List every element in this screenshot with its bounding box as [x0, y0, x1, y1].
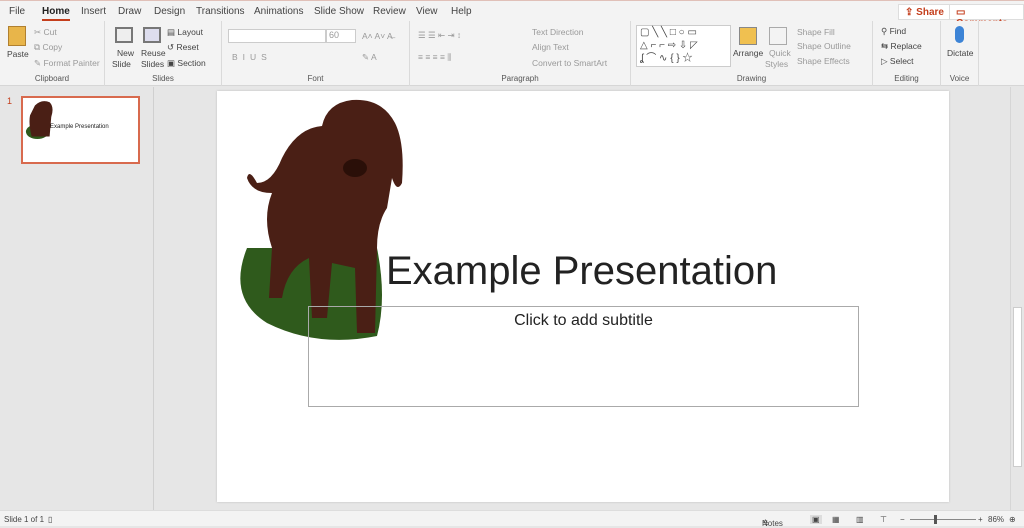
share-button[interactable]: ⇪ Share	[898, 4, 951, 20]
align-text-button[interactable]: Align Text	[532, 42, 569, 52]
group-label: Drawing	[736, 74, 767, 83]
editing-group: ⚲ Find ⇆ Replace ▷ Select Editing	[873, 21, 941, 86]
quick-styles-icon	[769, 27, 787, 45]
reuse-slides-label: Slides	[141, 59, 165, 69]
font-format-buttons[interactable]: BIUS	[232, 52, 272, 62]
cut-button[interactable]: ✂ Cut	[34, 27, 57, 38]
drawing-group: ▢ ╲ ╲ □ ○ ▭ △ ⌐ ⌐ ⇨ ⇩ ◸ ʆ ⌒ ∿ { } ☆ Arrang…	[631, 21, 873, 86]
group-label: Clipboard	[34, 74, 70, 83]
slide-thumbnail[interactable]: Example Presentation	[21, 96, 140, 164]
shape-outline-button[interactable]: Shape Outline	[797, 41, 851, 51]
shapes-gallery[interactable]: ▢ ╲ ╲ □ ○ ▭ △ ⌐ ⌐ ⇨ ⇩ ◸ ʆ ⌒ ∿ { } ☆	[636, 25, 731, 67]
microphone-icon	[955, 26, 964, 43]
comments-button[interactable]: ▭ Comments	[949, 4, 1024, 29]
paste-icon	[8, 26, 26, 46]
zoom-level[interactable]: 86%	[988, 515, 1004, 524]
quick-styles-button[interactable]: Quick	[769, 48, 791, 58]
tab-design[interactable]: Design	[154, 6, 185, 17]
reuse-slides-icon	[143, 27, 161, 43]
slideshow-icon[interactable]: ⊤	[880, 515, 887, 524]
scrollbar-thumb[interactable]	[1013, 307, 1022, 467]
slide-title[interactable]: Example Presentation	[386, 249, 777, 294]
font-name-input[interactable]	[228, 29, 326, 43]
find-button[interactable]: ⚲ Find	[881, 26, 906, 37]
arrange-button[interactable]: Arrange	[733, 48, 763, 58]
share-icon: ⇪	[905, 7, 917, 18]
reading-view-icon[interactable]: ▥	[856, 515, 864, 524]
tab-view[interactable]: View	[416, 6, 438, 17]
accessibility-icon[interactable]: ▯	[48, 515, 52, 524]
section-button[interactable]: ▣ Section	[167, 58, 206, 69]
tab-slide-show[interactable]: Slide Show	[314, 6, 364, 17]
thumbnail-title: Example Presentation	[50, 124, 109, 130]
layout-button[interactable]: ▤ Layout	[167, 27, 203, 38]
slides-group: New Slide Reuse Slides ▤ Layout ↺ Reset …	[105, 21, 222, 86]
paragraph-group: ☰ ☰ ⇤ ⇥ ↕ ≡ ≡ ≡ ≡ ⫼ Text Direction Align…	[410, 21, 631, 86]
status-bar: Slide 1 of 1 ▯ ≙ Notes ▣ ▦ ▥ ⊤ − + 86% ⊕	[0, 510, 1024, 528]
slide-thumbnails-pane: 1 Example Presentation	[0, 87, 154, 510]
normal-view-icon[interactable]: ▣	[810, 515, 822, 524]
convert-smartart-button[interactable]: Convert to SmartArt	[532, 58, 607, 68]
copy-button[interactable]: ⧉ Copy	[34, 42, 62, 53]
ribbon: Paste ✂ Cut ⧉ Copy ✎ Format Painter Clip…	[0, 21, 1024, 86]
new-slide-button[interactable]: New	[117, 48, 134, 58]
voice-group: Dictate Voice	[941, 21, 979, 86]
tab-draw[interactable]: Draw	[118, 6, 141, 17]
vertical-scrollbar[interactable]	[1010, 87, 1024, 510]
group-label: Paragraph	[501, 74, 539, 83]
tab-transitions[interactable]: Transitions	[196, 6, 245, 17]
subtitle-placeholder[interactable]: Click to add subtitle	[308, 306, 859, 407]
tab-help[interactable]: Help	[451, 6, 472, 17]
layout-icon: ▤	[167, 27, 178, 37]
tab-review[interactable]: Review	[373, 6, 406, 17]
shape-fill-button[interactable]: Shape Fill	[797, 27, 835, 37]
zoom-slider[interactable]	[910, 519, 976, 520]
slide-counter: Slide 1 of 1	[4, 515, 45, 524]
group-label: Slides	[152, 74, 174, 83]
select-button[interactable]: ▷ Select	[881, 56, 914, 67]
replace-button[interactable]: ⇆ Replace	[881, 41, 922, 52]
arrange-icon	[739, 27, 757, 45]
tab-animations[interactable]: Animations	[254, 6, 303, 17]
ribbon-tabs: File Home Insert Draw Design Transitions…	[0, 0, 1024, 29]
font-color-button[interactable]: ✎ A	[362, 52, 377, 63]
slide-canvas[interactable]: Example Presentation Click to add subtit…	[217, 91, 949, 502]
group-label: Voice	[949, 74, 970, 83]
fit-to-window-icon[interactable]: ⊕	[1009, 515, 1016, 524]
slide-number: 1	[7, 96, 13, 106]
format-painter-button[interactable]: ✎ Format Painter	[34, 58, 100, 69]
slide-sorter-icon[interactable]: ▦	[832, 515, 840, 524]
cursor-icon: ▷	[881, 56, 890, 66]
shape-effects-button[interactable]: Shape Effects	[797, 56, 850, 66]
clipboard-group: Paste ✂ Cut ⧉ Copy ✎ Format Painter Clip…	[0, 21, 105, 86]
new-slide-label: Slide	[112, 59, 131, 69]
dog-thumbnail-image	[25, 101, 53, 139]
zoom-out-button[interactable]: −	[900, 515, 905, 524]
reset-button[interactable]: ↺ Reset	[167, 42, 199, 53]
group-label: Editing	[894, 74, 919, 83]
tab-home[interactable]: Home	[42, 6, 70, 21]
tab-file[interactable]: File	[9, 6, 25, 17]
zoom-in-button[interactable]: +	[978, 515, 983, 524]
text-direction-button[interactable]: Text Direction	[532, 27, 584, 37]
reuse-slides-button[interactable]: Reuse	[141, 48, 166, 58]
section-icon: ▣	[167, 58, 178, 68]
tab-insert[interactable]: Insert	[81, 6, 106, 17]
list-buttons[interactable]: ☰ ☰ ⇤ ⇥ ↕	[418, 30, 461, 41]
font-group: 60 A˄ A˅ A̶ BIUS ✎ A Font	[222, 21, 410, 86]
group-label: Font	[307, 74, 324, 83]
comment-icon: ▭	[956, 7, 966, 18]
search-icon: ⚲	[881, 26, 890, 36]
font-size-input[interactable]: 60	[326, 29, 356, 43]
new-slide-icon	[115, 27, 133, 43]
quick-styles-label: Styles	[765, 59, 789, 69]
font-size-buttons[interactable]: A˄ A˅ A̶	[362, 31, 393, 41]
align-buttons[interactable]: ≡ ≡ ≡ ≡ ⫼	[418, 52, 451, 63]
paste-button[interactable]: Paste	[7, 49, 29, 59]
dictate-button[interactable]: Dictate	[947, 48, 973, 58]
zoom-slider-thumb[interactable]	[934, 515, 937, 524]
